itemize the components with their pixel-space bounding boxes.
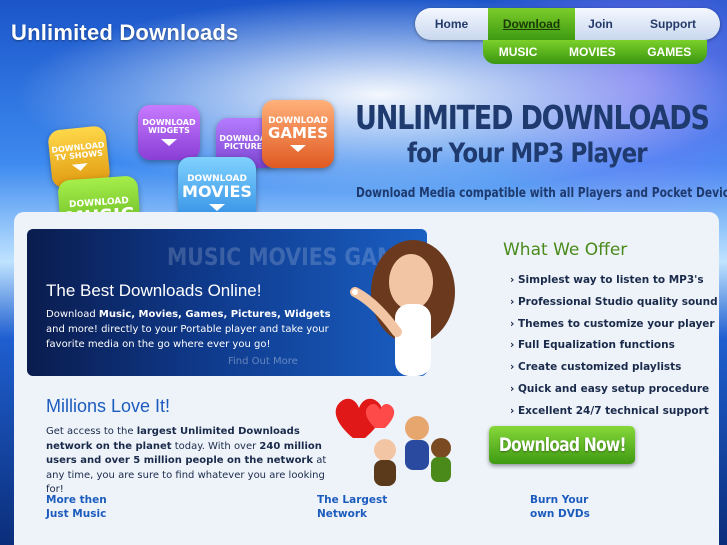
subnav-movies[interactable]: MOVIES: [569, 45, 616, 59]
offer-list: Simplest way to listen to MP3's Professi…: [510, 274, 718, 427]
hero-headline: UNLIMITED DOWNLOADS: [355, 98, 710, 137]
offer-item: Create customized playlists: [510, 361, 718, 383]
girl-with-headphones-image: [350, 240, 455, 376]
subnav-games[interactable]: GAMES: [647, 45, 691, 59]
hero-tagline: Download Media compatible with all Playe…: [356, 186, 727, 201]
link-burn-dvds[interactable]: Burn Your own DVDs: [530, 493, 590, 521]
millions-text: Get access to the largest Unlimited Down…: [46, 426, 327, 495]
offer-item: Professional Studio quality sound: [510, 296, 718, 318]
offer-item: Themes to customize your player: [510, 318, 718, 340]
offer-item: Quick and easy setup procedure: [510, 383, 718, 405]
main-nav: Home Download Join Support: [415, 8, 720, 40]
what-we-offer: What We Offer Simplest way to listen to …: [488, 232, 719, 432]
hero-subheadline: for Your MP3 Player: [407, 138, 648, 169]
arrow-down-icon: [209, 204, 225, 211]
millions-title: Millions Love It!: [46, 396, 171, 416]
link-more-then-music[interactable]: More then Just Music: [46, 493, 107, 521]
download-games-tile[interactable]: DOWNLOAD GAMES: [262, 100, 334, 168]
nav-support[interactable]: Support: [626, 8, 720, 40]
subnav-music[interactable]: MUSIC: [499, 45, 538, 59]
download-subnav: MUSIC MOVIES GAMES: [483, 40, 707, 64]
download-now-button[interactable]: Download Now!: [489, 426, 635, 464]
offer-title: What We Offer: [503, 240, 628, 260]
arrow-down-icon: [290, 144, 306, 152]
nav-download[interactable]: Download: [488, 8, 575, 40]
feature-heading: The Best Downloads Online!: [46, 281, 262, 300]
arrow-down-icon: [161, 139, 177, 146]
offer-item: Excellent 24/7 technical support: [510, 405, 718, 427]
offer-item: Full Equalization functions: [510, 339, 718, 361]
arrow-down-icon: [71, 162, 89, 172]
nav-home[interactable]: Home: [415, 8, 488, 40]
link-largest-network[interactable]: The Largest Network: [317, 493, 387, 521]
nav-join[interactable]: Join: [575, 8, 626, 40]
download-widgets-tile[interactable]: DOWNLOAD WIDGETS: [138, 105, 200, 160]
find-out-more-link[interactable]: Find Out More: [228, 356, 298, 367]
community-hearts-image: [335, 398, 451, 486]
feature-text: Download Music, Movies, Games, Pictures,…: [46, 309, 331, 350]
offer-item: Simplest way to listen to MP3's: [510, 274, 718, 296]
site-logo[interactable]: Unlimited Downloads: [11, 20, 238, 46]
